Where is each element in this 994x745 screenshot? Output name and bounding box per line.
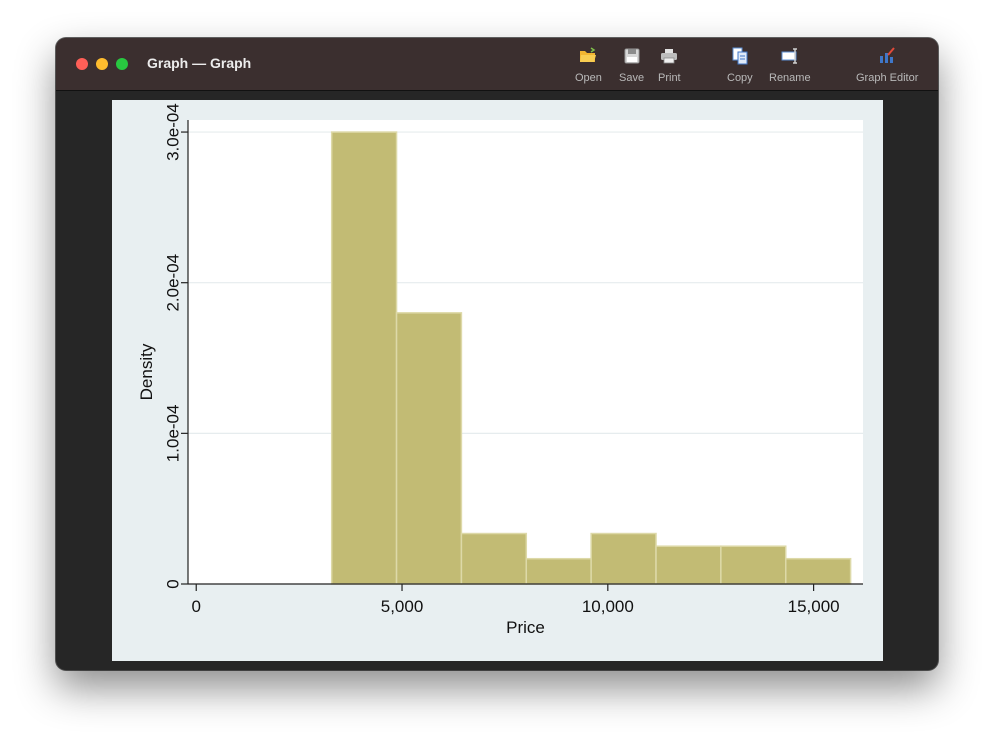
y-axis-label: Density xyxy=(137,343,156,400)
histogram-bar xyxy=(590,532,657,585)
rename-button[interactable]: Rename xyxy=(769,46,811,84)
copy-icon xyxy=(732,47,748,65)
x-tick-label: 0 xyxy=(191,597,200,616)
save-button[interactable]: Save xyxy=(619,46,644,84)
graph-editor-button[interactable]: Graph Editor xyxy=(856,46,918,84)
save-label: Save xyxy=(619,72,645,84)
copy-label: Copy xyxy=(727,72,753,84)
histogram-bar xyxy=(330,131,398,585)
histogram-bar xyxy=(525,557,592,585)
histogram-bar xyxy=(460,532,528,585)
x-tick-label: 10,000 xyxy=(582,597,634,616)
histogram-bar xyxy=(655,545,722,585)
x-tick-label: 5,000 xyxy=(381,597,424,616)
histogram-bar xyxy=(784,557,852,585)
histogram-chart: 0 5,000 10,000 15,000 0 1.0e-04 2.0e-04 3.0e-04… xyxy=(137,103,863,637)
title-bar[interactable]: Graph — Graph Open Save Print Copy Renam… xyxy=(56,38,938,91)
y-tick-label: 1.0e-04 xyxy=(163,405,182,463)
printer-icon xyxy=(661,49,678,64)
rename-icon xyxy=(781,48,797,64)
floppy-disk-icon xyxy=(624,48,640,64)
graph-editor-label: Graph Editor xyxy=(856,72,919,84)
histogram-bar xyxy=(720,545,787,585)
zoom-window-button[interactable] xyxy=(116,58,128,70)
close-window-button[interactable] xyxy=(76,58,88,70)
y-tick-label: 2.0e-04 xyxy=(163,254,182,312)
copy-button[interactable]: Copy xyxy=(727,46,753,84)
print-label: Print xyxy=(658,72,681,84)
histogram-bar xyxy=(395,312,463,585)
y-tick-label: 0 xyxy=(163,579,182,588)
graph-window: Graph — Graph Open Save Print Copy Renam… xyxy=(56,38,938,670)
window-title: Graph — Graph xyxy=(147,55,252,71)
minimize-window-button[interactable] xyxy=(96,58,108,70)
graph-editor-icon xyxy=(880,47,895,63)
print-button[interactable]: Print xyxy=(658,46,681,84)
folder-open-icon xyxy=(580,47,597,62)
graph-canvas: 0 5,000 10,000 15,000 0 1.0e-04 2.0e-04 3.0e-04… xyxy=(112,100,883,661)
rename-label: Rename xyxy=(769,72,811,84)
x-axis-label: Price xyxy=(506,618,545,637)
plot-region xyxy=(188,120,863,584)
open-button[interactable]: Open xyxy=(575,46,602,84)
x-tick-label: 15,000 xyxy=(788,597,840,616)
open-label: Open xyxy=(575,72,602,84)
y-tick-label: 3.0e-04 xyxy=(163,103,182,161)
